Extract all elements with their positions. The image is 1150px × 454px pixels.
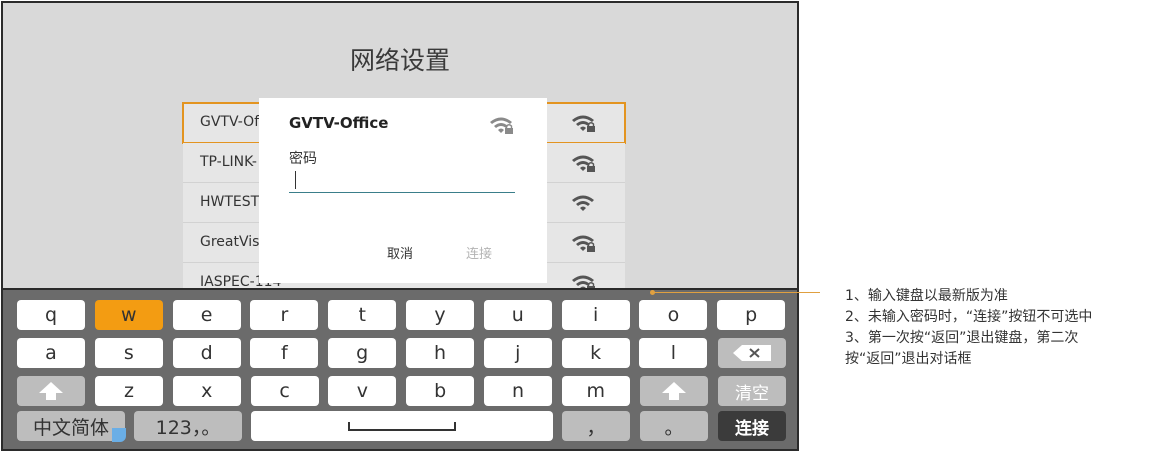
key-t[interactable]: t (328, 300, 397, 330)
shift-arrow-icon (39, 382, 63, 400)
key-i[interactable]: i (561, 300, 630, 330)
wifi-network-name: GreatVisi (200, 234, 264, 250)
wifi-network-name: HWTEST (200, 194, 260, 210)
note-line: 2、未输入密码时，“连接”按钮不可选中 (845, 309, 1093, 325)
key-x[interactable]: x (172, 376, 241, 406)
period-key[interactable]: 。 (640, 411, 708, 441)
key-a[interactable]: a (17, 338, 85, 368)
cancel-button[interactable]: 取消 (387, 243, 413, 262)
space-key[interactable] (251, 411, 553, 441)
connect-button[interactable]: 连接 (466, 243, 492, 262)
key-h[interactable]: h (406, 338, 474, 368)
wifi-icon (571, 192, 597, 218)
key-z[interactable]: z (95, 376, 163, 406)
key-e[interactable]: e (172, 300, 241, 330)
key-u[interactable]: u (483, 300, 552, 330)
shift-key-right[interactable] (640, 376, 708, 406)
space-icon (348, 422, 456, 431)
key-d[interactable]: d (172, 338, 241, 368)
key-b[interactable]: b (406, 376, 475, 406)
shift-key-left[interactable] (17, 376, 85, 406)
note-line: 1、输入键盘以最新版为准 (845, 288, 1008, 304)
key-n[interactable]: n (484, 376, 552, 406)
backspace-icon (733, 345, 771, 361)
key-l[interactable]: l (639, 338, 708, 368)
password-label: 密码 (289, 151, 317, 167)
note-line: 3、第一次按“返回”退出键盘，第二次 (845, 330, 1079, 346)
page-title: 网络设置 (349, 46, 450, 75)
annotation-dot (650, 290, 655, 295)
numbers-key[interactable]: 123，。 (134, 411, 242, 441)
key-j[interactable]: j (483, 338, 552, 368)
key-k[interactable]: k (561, 338, 630, 368)
key-w[interactable]: w (94, 300, 163, 330)
wifi-lock-icon (571, 112, 597, 138)
annotation-line (652, 292, 820, 293)
wifi-lock-icon (489, 114, 515, 140)
key-r[interactable]: r (250, 300, 319, 330)
comma-key[interactable]: ， (562, 411, 630, 441)
key-f[interactable]: f (250, 338, 319, 368)
key-g[interactable]: g (328, 338, 397, 368)
key-q[interactable]: q (17, 300, 85, 330)
text-caret (295, 171, 296, 189)
dialog-ssid: GVTV-Office (289, 114, 389, 132)
shift-arrow-icon (662, 382, 686, 400)
backspace-key[interactable] (718, 338, 786, 368)
key-y[interactable]: y (406, 300, 474, 330)
tv-screen: 网络设置 GVTV-Of TP-LINK- HWTEST GreatVisi IASPE… (1, 1, 799, 451)
key-v[interactable]: v (328, 376, 397, 406)
note-line: 按“返回”退出对话框 (845, 351, 972, 367)
design-notes: 1、输入键盘以最新版为准 2、未输入密码时，“连接”按钮不可选中 3、第一次按“返回… (845, 286, 1092, 370)
ime-switch-key[interactable]: 中文简体 (17, 411, 125, 441)
key-p[interactable]: p (717, 300, 786, 330)
key-c[interactable]: c (250, 376, 319, 406)
key-m[interactable]: m (561, 376, 630, 406)
wifi-lock-icon (571, 232, 597, 258)
wifi-lock-icon (571, 152, 597, 178)
password-input[interactable] (289, 168, 515, 193)
clear-key[interactable]: 清空 (718, 376, 786, 406)
wifi-network-name: GVTV-Of (200, 114, 260, 130)
keyboard-connect-key[interactable]: 连接 (718, 411, 786, 441)
key-o[interactable]: o (639, 300, 708, 330)
key-s[interactable]: s (94, 338, 163, 368)
onscreen-keyboard: 中文简体 123，。 ， 。 连接 清空 qwertyuiop asdf g h … (3, 288, 797, 449)
keyboard-corner-mark (112, 428, 126, 442)
wifi-network-name: TP-LINK- (200, 154, 257, 170)
password-dialog: GVTV-Office 密码 取消 连接 (259, 98, 547, 283)
